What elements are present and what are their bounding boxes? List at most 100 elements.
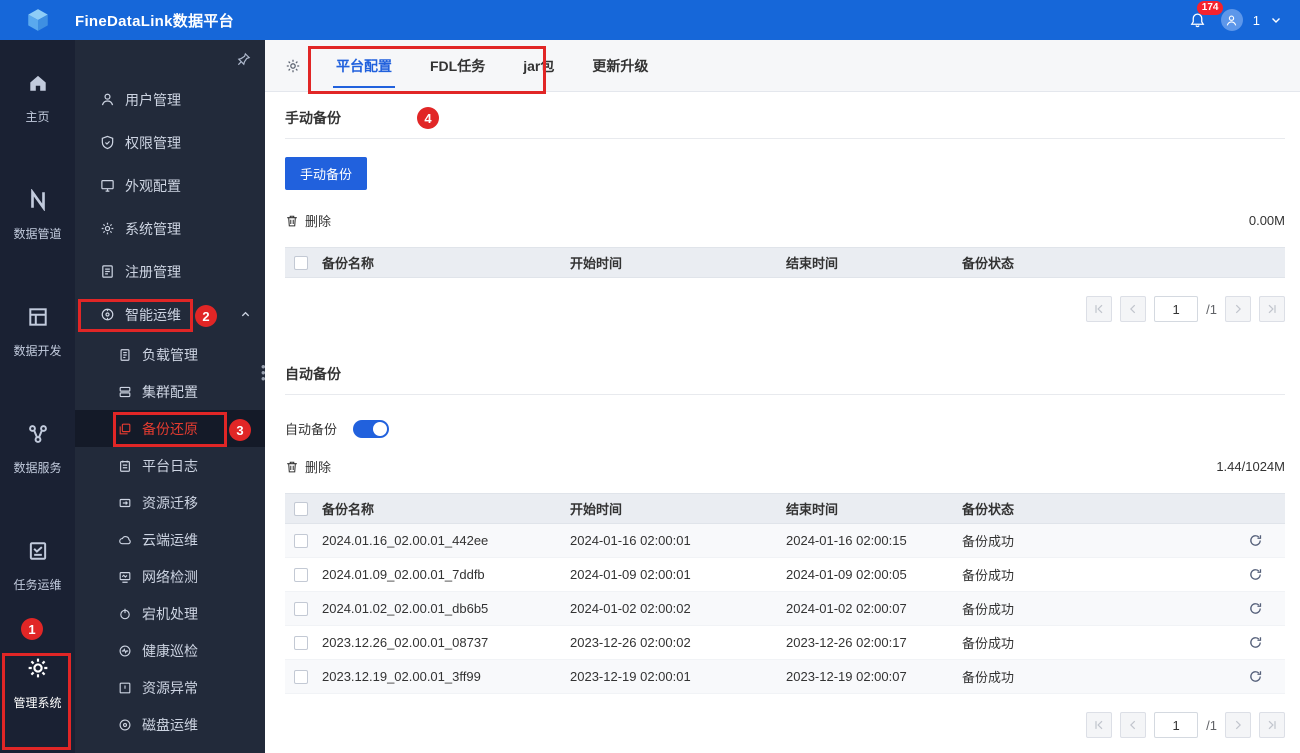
- user-icon: [1226, 15, 1237, 26]
- tab-update-upgrade[interactable]: 更新升级: [573, 40, 667, 92]
- sidebar-item-home[interactable]: 主页: [0, 40, 75, 157]
- next-page-button[interactable]: [1225, 712, 1251, 738]
- migration-icon: [118, 496, 132, 510]
- menu-item-user-management[interactable]: 用户管理: [75, 78, 265, 121]
- divider: [285, 394, 1285, 395]
- delete-button[interactable]: 删除: [285, 211, 331, 230]
- page-number-input[interactable]: [1154, 712, 1199, 738]
- sidebar-item-data-dev[interactable]: 数据开发: [0, 274, 75, 391]
- column-header-status: 备份状态: [962, 502, 1015, 517]
- restore-icon[interactable]: [1248, 567, 1263, 582]
- prev-page-button[interactable]: [1120, 296, 1147, 322]
- shield-icon: [100, 135, 115, 150]
- manual-backup-actions: 删除 0.00M: [285, 211, 1285, 230]
- submenu-item-downtime-handling[interactable]: 宕机处理: [75, 595, 265, 632]
- secondary-menu: 用户管理 权限管理 外观配置 系统管理 注册管理 智能运维 负载管理 集群配置 …: [75, 78, 265, 743]
- sidebar-item-data-pipeline[interactable]: 数据管道: [0, 157, 75, 274]
- backup-name: 2023.12.26_02.00.01_08737: [322, 635, 489, 650]
- cloud-icon: [118, 533, 132, 547]
- page-number-input[interactable]: [1154, 296, 1199, 322]
- user-avatar[interactable]: [1220, 9, 1243, 31]
- tab-platform-config[interactable]: 平台配置: [317, 40, 411, 92]
- menu-item-permission-management[interactable]: 权限管理: [75, 121, 265, 164]
- auto-backup-size: 1.44/1024M: [1216, 459, 1285, 474]
- menu-item-registration-management[interactable]: 注册管理: [75, 250, 265, 293]
- restore-icon[interactable]: [1248, 635, 1263, 650]
- menu-item-system-management[interactable]: 系统管理: [75, 207, 265, 250]
- last-page-button[interactable]: [1259, 296, 1285, 322]
- backup-name: 2024.01.16_02.00.01_442ee: [322, 533, 489, 548]
- power-icon: [118, 607, 132, 621]
- chevron-down-icon[interactable]: [1270, 14, 1282, 26]
- sidebar-item-label: 管理系统: [13, 696, 62, 710]
- row-checkbox[interactable]: [294, 669, 308, 684]
- submenu-item-resource-anomaly[interactable]: 资源异常: [75, 669, 265, 706]
- first-page-button[interactable]: [1086, 712, 1113, 738]
- menu-item-label: 外观配置: [125, 177, 181, 194]
- start-time: 2024-01-16 02:00:01: [570, 533, 691, 548]
- manual-backup-size: 0.00M: [1248, 213, 1285, 228]
- notification-bell-button[interactable]: 174: [1185, 1, 1224, 33]
- end-time: 2024-01-16 02:00:15: [786, 533, 907, 548]
- next-page-button[interactable]: [1225, 296, 1251, 322]
- settings-gear-icon[interactable]: [285, 58, 301, 74]
- menu-item-label: 注册管理: [125, 263, 181, 280]
- tab-jar-package[interactable]: jar包: [504, 40, 573, 92]
- chevron-up-icon[interactable]: [240, 309, 251, 320]
- submenu-item-cluster-config[interactable]: 集群配置: [75, 373, 265, 410]
- select-all-checkbox[interactable]: [294, 501, 308, 516]
- prev-page-button[interactable]: [1120, 712, 1147, 738]
- sidebar-item-label: 任务运维: [13, 578, 62, 592]
- last-page-button[interactable]: [1259, 712, 1285, 738]
- table-row: 2024.01.02_02.00.01_db6b5 2024-01-02 02:…: [285, 592, 1285, 626]
- menu-item-intelligent-ops[interactable]: 智能运维: [75, 293, 265, 336]
- menu-item-label: 系统管理: [125, 220, 181, 237]
- annotation-badge-4: 4: [417, 107, 439, 129]
- submenu-item-disk-ops[interactable]: 磁盘运维: [75, 706, 265, 743]
- row-checkbox[interactable]: [294, 533, 308, 548]
- table-row: 2023.12.19_02.00.01_3ff99 2023-12-19 02:…: [285, 660, 1285, 694]
- disk-icon: [118, 718, 132, 732]
- column-header-end: 结束时间: [786, 256, 839, 271]
- select-all-checkbox[interactable]: [294, 255, 308, 270]
- menu-item-label: 云端运维: [142, 531, 198, 548]
- content-area: 手动备份 手动备份 删除 0.00M 备份名称 开始时间 结束时间 备份状态 1…: [265, 92, 1300, 738]
- table-row: 2024.01.09_02.00.01_7ddfb 2024-01-09 02:…: [285, 558, 1285, 592]
- task-ops-icon: [29, 542, 46, 560]
- manual-backup-button[interactable]: 手动备份: [285, 157, 368, 190]
- restore-icon[interactable]: [1248, 601, 1263, 616]
- submenu-item-resource-migration[interactable]: 资源迁移: [75, 484, 265, 521]
- sidebar-item-task-ops[interactable]: 任务运维: [0, 508, 75, 625]
- submenu-item-load-management[interactable]: 负载管理: [75, 336, 265, 373]
- trash-icon: [287, 215, 297, 226]
- tab-fdl-tasks[interactable]: FDL任务: [411, 40, 504, 92]
- start-time: 2024-01-02 02:00:02: [570, 601, 691, 616]
- menu-item-label: 磁盘运维: [142, 716, 198, 733]
- submenu-item-health-check[interactable]: 健康巡检: [75, 632, 265, 669]
- sidebar-item-admin-system[interactable]: 管理系统: [0, 625, 75, 742]
- online-user-count: 1: [1252, 12, 1260, 28]
- backup-name: 2024.01.02_02.00.01_db6b5: [322, 601, 489, 616]
- submenu-item-platform-logs[interactable]: 平台日志: [75, 447, 265, 484]
- column-header-status: 备份状态: [962, 256, 1015, 271]
- menu-item-appearance-config[interactable]: 外观配置: [75, 164, 265, 207]
- end-time: 2023-12-26 02:00:17: [786, 635, 907, 650]
- secondary-sidebar: 用户管理 权限管理 外观配置 系统管理 注册管理 智能运维 负载管理 集群配置 …: [75, 40, 265, 753]
- panel-resize-handle[interactable]: • • •: [261, 360, 266, 385]
- row-checkbox[interactable]: [294, 601, 308, 616]
- auto-backup-toggle[interactable]: [353, 419, 390, 438]
- row-checkbox[interactable]: [294, 635, 308, 650]
- cube-logo-icon: [27, 9, 48, 31]
- gear-icon: [28, 658, 47, 678]
- pin-sidebar-button[interactable]: [236, 52, 251, 67]
- submenu-item-network-detection[interactable]: 网络检测: [75, 558, 265, 595]
- end-time: 2024-01-02 02:00:07: [786, 601, 907, 616]
- first-page-button[interactable]: [1086, 296, 1113, 322]
- sidebar-item-data-service[interactable]: 数据服务: [0, 391, 75, 508]
- submenu-item-cloud-ops[interactable]: 云端运维: [75, 521, 265, 558]
- delete-button[interactable]: 删除: [285, 457, 331, 476]
- row-checkbox[interactable]: [294, 567, 308, 582]
- restore-icon[interactable]: [1248, 669, 1263, 684]
- restore-icon[interactable]: [1248, 533, 1263, 548]
- auto-backup-pagination: /1: [285, 712, 1285, 738]
